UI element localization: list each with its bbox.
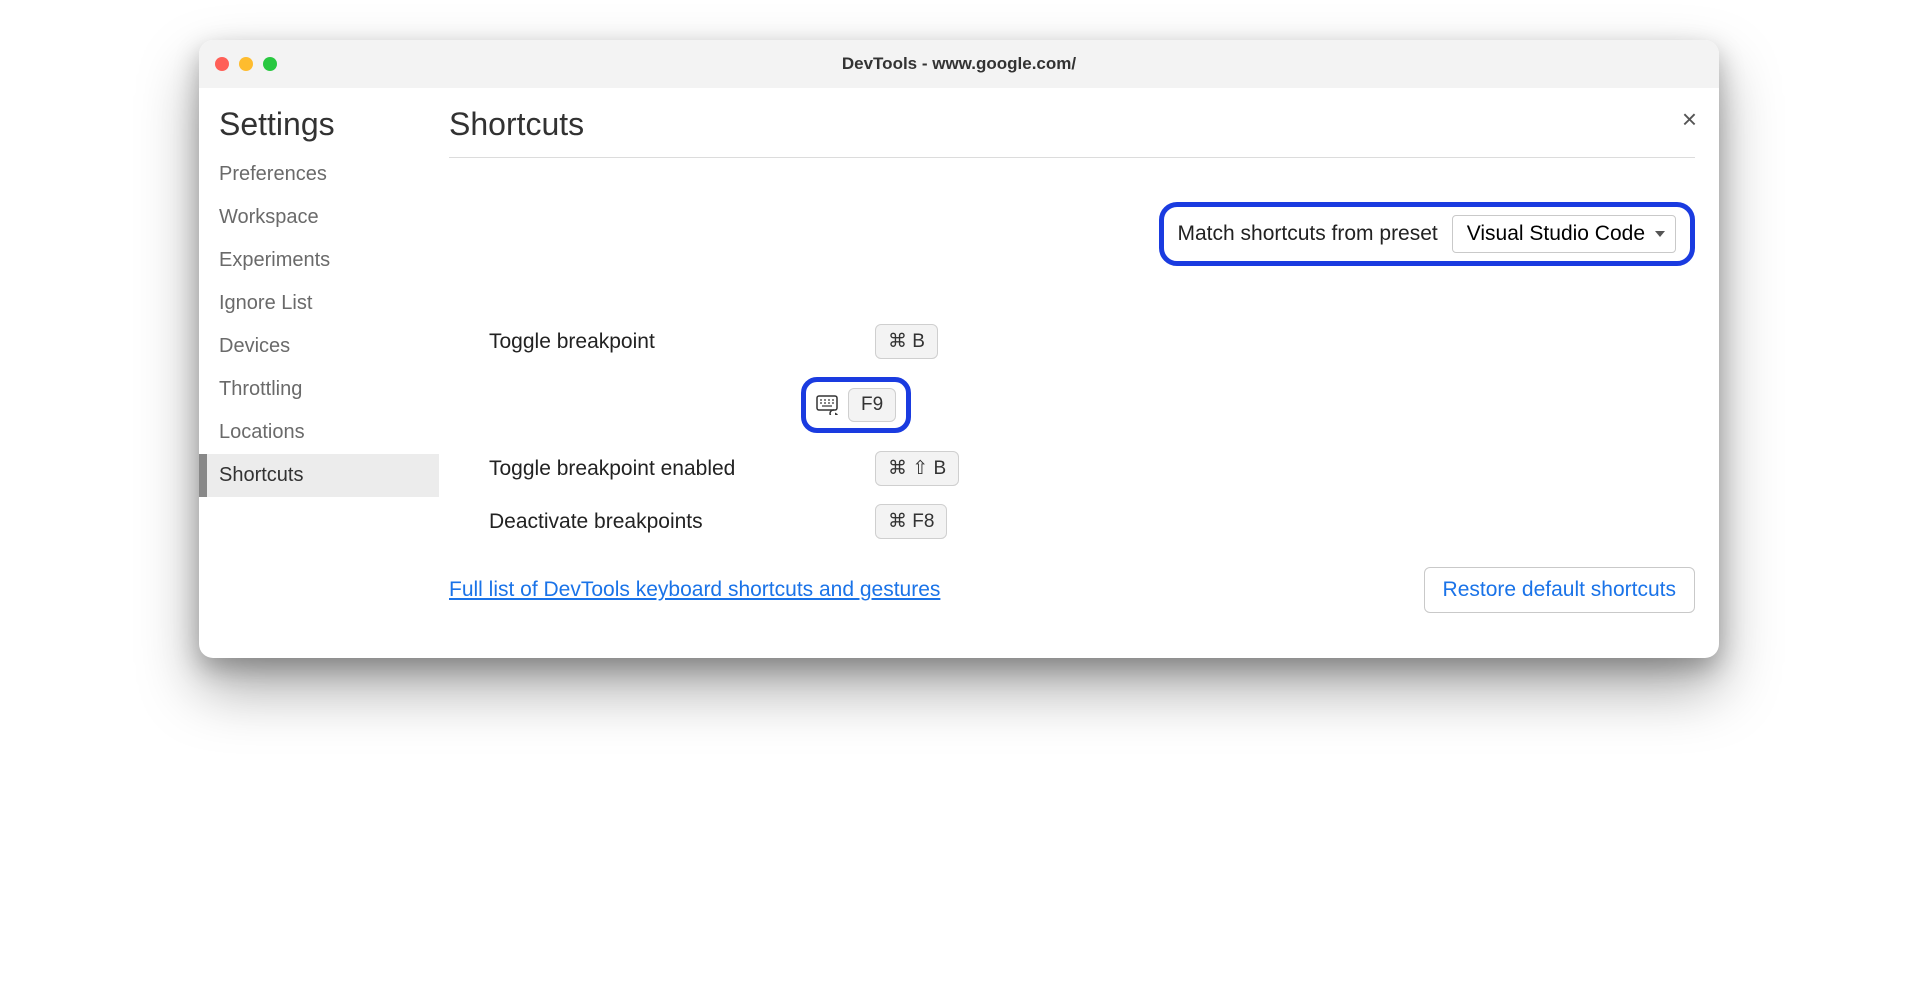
preset-row: Match shortcuts from preset Visual Studi… <box>449 202 1695 266</box>
maximize-window-button[interactable] <box>263 57 277 71</box>
f9-highlight-box: F9 <box>801 377 911 433</box>
shortcut-row-toggle-breakpoint: Toggle breakpoint ⌘ B <box>489 324 1695 359</box>
shortcut-row-f9: F9 <box>489 377 1695 433</box>
sidebar-item-devices[interactable]: Devices <box>199 325 439 368</box>
full-list-link[interactable]: Full list of DevTools keyboard shortcuts… <box>449 578 940 602</box>
preset-label: Match shortcuts from preset <box>1178 222 1438 246</box>
traffic-lights <box>215 57 277 71</box>
close-window-button[interactable] <box>215 57 229 71</box>
preset-select[interactable]: Visual Studio Code <box>1452 215 1676 253</box>
shortcut-label: Toggle breakpoint enabled <box>489 457 839 481</box>
shortcut-key-chip[interactable]: ⌘ ⇧ B <box>875 451 959 486</box>
bottom-row: Full list of DevTools keyboard shortcuts… <box>449 567 1695 613</box>
preset-selected-value: Visual Studio Code <box>1467 222 1645 246</box>
close-settings-button[interactable]: × <box>1682 106 1697 132</box>
settings-heading: Settings <box>199 106 439 153</box>
settings-main: Shortcuts Match shortcuts from preset Vi… <box>439 88 1719 658</box>
sidebar-item-shortcuts[interactable]: Shortcuts <box>199 454 439 497</box>
shortcut-row-deactivate-breakpoints: Deactivate breakpoints ⌘ F8 <box>489 504 1695 539</box>
devtools-settings-window: DevTools - www.google.com/ × Settings Pr… <box>199 40 1719 658</box>
shortcut-label: Toggle breakpoint <box>489 330 839 354</box>
sidebar-item-workspace[interactable]: Workspace <box>199 196 439 239</box>
restore-default-shortcuts-button[interactable]: Restore default shortcuts <box>1424 567 1695 613</box>
window-titlebar: DevTools - www.google.com/ <box>199 40 1719 88</box>
chevron-down-icon <box>1655 231 1665 237</box>
shortcut-label: Deactivate breakpoints <box>489 510 839 534</box>
sidebar-item-experiments[interactable]: Experiments <box>199 239 439 282</box>
settings-content: × Settings Preferences Workspace Experim… <box>199 88 1719 658</box>
sidebar-item-throttling[interactable]: Throttling <box>199 368 439 411</box>
preset-highlight-box: Match shortcuts from preset Visual Studi… <box>1159 202 1696 266</box>
shortcuts-list: Toggle breakpoint ⌘ B <box>449 324 1695 539</box>
window-title: DevTools - www.google.com/ <box>199 54 1719 74</box>
shortcut-key-chip[interactable]: F9 <box>848 388 896 422</box>
keyboard-shortcut-icon <box>816 395 840 415</box>
sidebar-item-preferences[interactable]: Preferences <box>199 153 439 196</box>
sidebar-item-ignore-list[interactable]: Ignore List <box>199 282 439 325</box>
shortcut-key-chip[interactable]: ⌘ B <box>875 324 938 359</box>
settings-sidebar: Settings Preferences Workspace Experimen… <box>199 88 439 658</box>
minimize-window-button[interactable] <box>239 57 253 71</box>
page-heading: Shortcuts <box>449 106 1695 158</box>
shortcut-key-chip[interactable]: ⌘ F8 <box>875 504 947 539</box>
sidebar-item-locations[interactable]: Locations <box>199 411 439 454</box>
shortcut-row-toggle-breakpoint-enabled: Toggle breakpoint enabled ⌘ ⇧ B <box>489 451 1695 486</box>
